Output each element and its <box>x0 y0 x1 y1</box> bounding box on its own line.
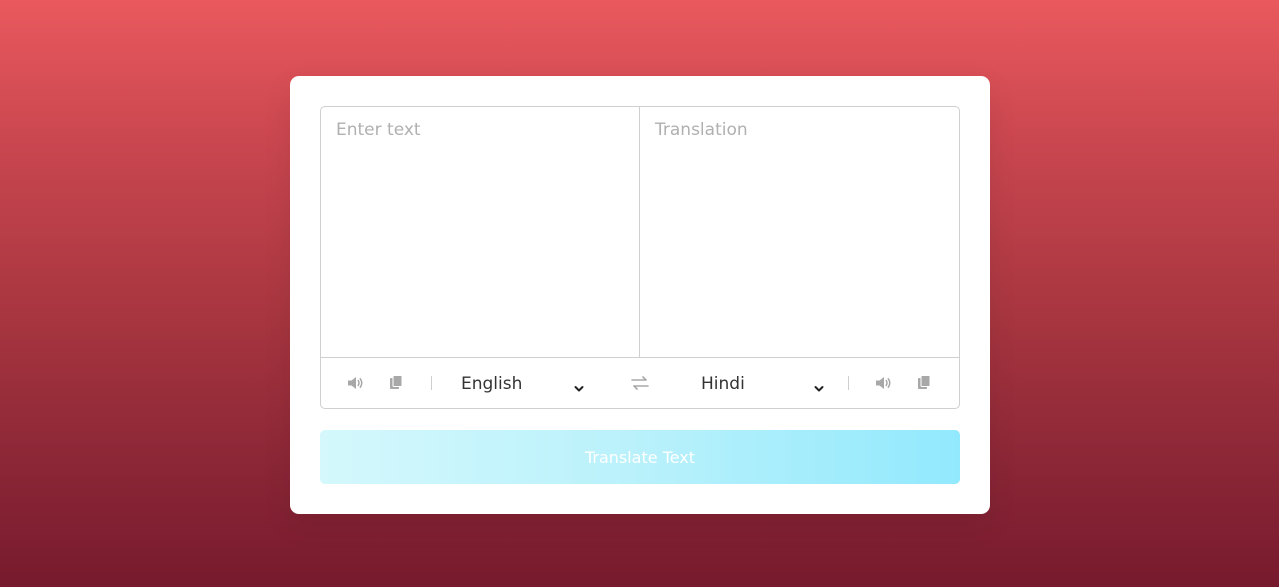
target-language-value: Hindi <box>701 374 745 394</box>
target-language-select[interactable]: Hindi <box>701 371 826 397</box>
source-speak-icon[interactable] <box>347 375 365 391</box>
chevron-down-icon <box>574 379 584 392</box>
translator-card: English Hindi <box>290 76 990 514</box>
source-language-value: English <box>461 374 523 394</box>
target-copy-icon[interactable] <box>916 375 934 391</box>
chevron-down-icon <box>814 379 824 392</box>
controls-bar: English Hindi <box>321 358 959 408</box>
translation-box: English Hindi <box>320 106 960 409</box>
text-areas <box>321 107 959 358</box>
divider <box>848 376 849 390</box>
translate-button[interactable]: Translate Text <box>320 430 960 484</box>
source-text-input[interactable] <box>321 107 640 357</box>
target-speak-icon[interactable] <box>875 375 893 391</box>
divider <box>431 376 432 390</box>
source-language-select[interactable]: English <box>461 371 586 397</box>
translation-output[interactable] <box>640 107 959 357</box>
exchange-icon[interactable] <box>631 375 649 391</box>
source-copy-icon[interactable] <box>388 375 406 391</box>
